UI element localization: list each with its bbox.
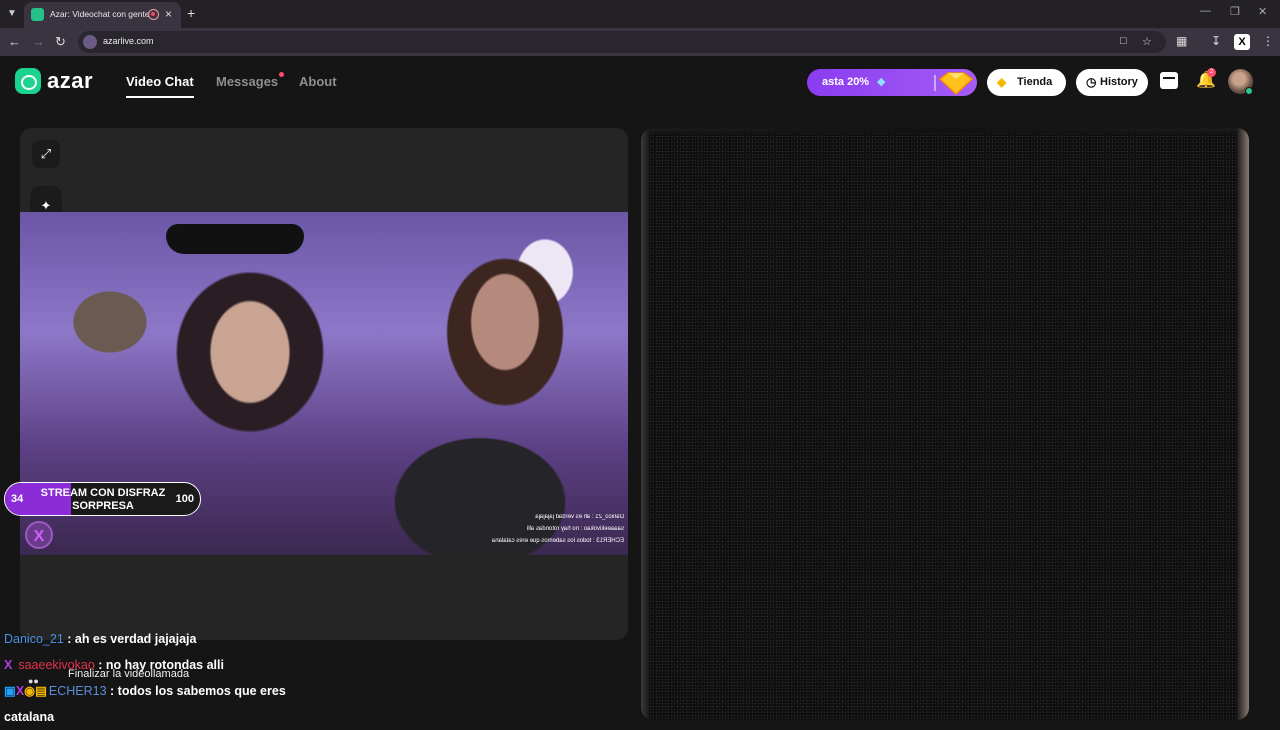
clock-icon: ◷ [1086,75,1097,89]
azar-favicon-icon [31,8,44,21]
reload-icon[interactable]: ↻ [55,34,66,50]
gem-icon: ◆ [997,75,1007,89]
close-window-icon[interactable]: ✕ [1258,5,1267,18]
expand-icon[interactable]: ⤢ [32,140,60,168]
x-badge-icon: X [4,658,13,672]
history-label: History [1100,76,1138,88]
promo-text: asta 20% [822,76,870,88]
my-video-panel: ⤢ ✦ ☺ Danico_21 : ah es verdad jajajaja … [20,128,628,640]
new-tab-icon[interactable]: + [187,5,195,21]
url-text: azarlive.com [103,36,154,46]
mirrored-chat-line: ECHER13 : todos los sabemos que eres cat… [491,538,624,544]
chat-message: : ah es verdad jajajaja [63,632,197,646]
end-call-icon[interactable]: ●● [28,676,39,686]
chat-line: Danico_21 : ah es verdad jajajaja [4,626,334,652]
store-label: Tienda [1017,76,1053,88]
chat-message: catalana [4,710,55,724]
back-icon[interactable]: ← [8,34,21,49]
browser-toolbar: ← → ↻ azarlive.com □ ☆ ▦ ↧ ⋮ [0,28,1280,56]
active-nav-underline [126,96,194,98]
browser-menu-icon[interactable]: ⋮ [1262,34,1274,48]
stream-goal-title: STREAM CON DISFRAZ SORPRESA [40,487,166,512]
tab-title: Azar: Videochat con gente [50,9,150,19]
partner-video-panel [641,128,1249,720]
mirrored-chat-line: Danico_21 : ah es verdad jajajaja [535,514,624,520]
tab-close-icon[interactable]: × [165,7,172,21]
diamond-icon: ◆ [877,76,886,88]
profile-icon[interactable]: X [1234,34,1250,50]
chat-line: ▣X◉▤ ECHER13 : todos los sabemos que eres [4,678,334,704]
bookmark-star-icon[interactable]: ☆ [1142,35,1152,48]
download-icon[interactable]: ↧ [1211,34,1221,48]
x-logo-icon: X [25,521,53,549]
stream-goal-target: 100 [175,493,194,505]
tab-search-icon[interactable]: ▼ [4,6,20,22]
site-info-icon[interactable] [83,35,97,49]
recording-icon [148,9,159,20]
end-call-tooltip: Finalizar la videollamada [68,668,190,680]
store-button[interactable]: ◆ Tienda [987,69,1066,96]
app-header: azar Video Chat Messages About asta 20% … [0,58,1280,106]
static-noise [649,132,1237,720]
forward-icon[interactable]: → [32,34,45,49]
sunglasses [166,224,304,254]
chat-line: catalana [4,704,334,730]
stream-goal-current: 34 [11,493,24,505]
notification-count-badge: 2 [1207,68,1216,77]
gem-bundle-icon [934,72,974,96]
chat-username: Danico_21 [4,632,64,646]
history-button[interactable]: ◷ History [1076,69,1148,96]
nav-messages[interactable]: Messages [216,74,278,89]
minimize-icon[interactable]: — [1200,5,1211,17]
promo-banner[interactable]: asta 20% ◆ [807,69,977,96]
extensions-icon[interactable]: ▦ [1176,34,1187,48]
browser-tab[interactable]: Azar: Videochat con gente × [24,2,181,28]
shop-icon[interactable] [1160,72,1178,89]
online-status-dot [1245,87,1253,95]
address-bar[interactable]: azarlive.com □ ☆ [78,31,1166,53]
mirrored-chat-overlay: Danico_21 : ah es verdad jajajaja saaaee… [464,511,624,547]
logo-text[interactable]: azar [47,68,93,94]
chat-message: : todos los sabemos que eres [106,684,286,698]
chat-badges-icon: ▣X◉▤ [4,684,47,698]
browser-tab-bar: ▼ Azar: Videochat con gente × + — ❐ ✕ [0,0,1280,28]
stream-goal-badge: 34 STREAM CON DISFRAZ SORPRESA 100 [4,482,201,516]
mirrored-chat-line: saaaeekivokao : no hay rotondas alli [526,526,624,532]
nav-about[interactable]: About [299,74,337,89]
chat-username: ECHER13 [48,684,107,698]
cast-icon[interactable]: □ [1120,35,1127,47]
restore-icon[interactable]: ❐ [1230,5,1240,18]
nav-video-chat[interactable]: Video Chat [126,74,194,89]
messages-unread-dot [279,72,284,77]
azar-logo-icon[interactable] [15,68,41,94]
